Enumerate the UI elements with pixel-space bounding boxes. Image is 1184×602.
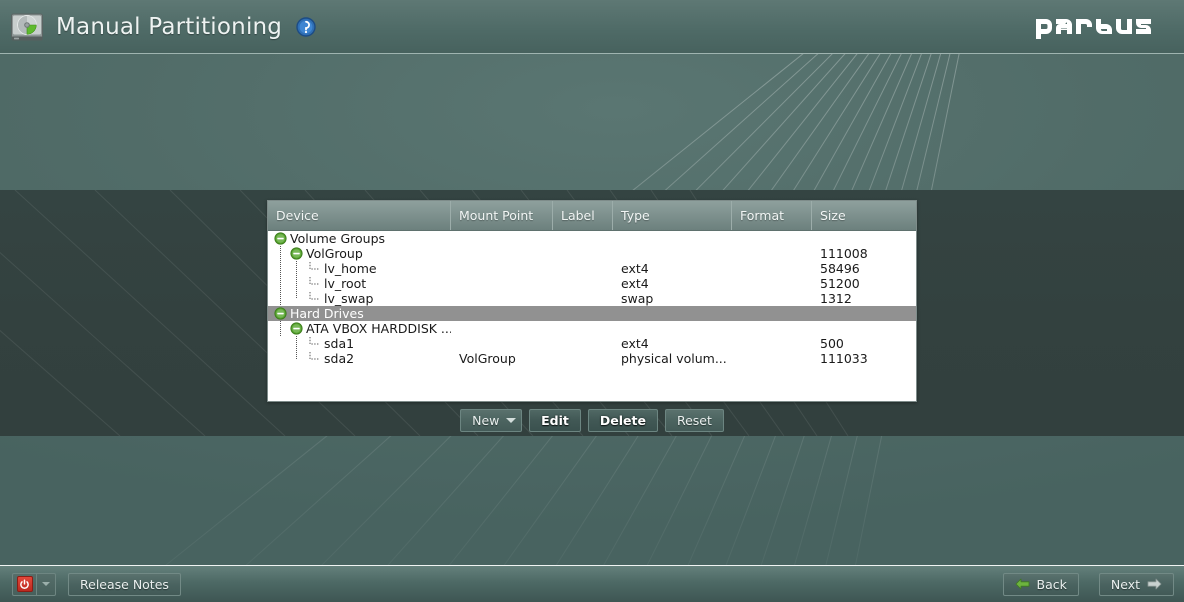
collapse-icon[interactable] [274, 307, 287, 320]
partition-table-panel: Device Mount Point Label Type Format Siz… [267, 200, 917, 402]
pardus-logo [1036, 19, 1151, 39]
device-label: VolGroup [306, 246, 363, 261]
cell-device: Hard Drives [268, 306, 451, 321]
column-header-mount-point[interactable]: Mount Point [451, 201, 553, 230]
arrow-right-icon [1147, 578, 1162, 590]
cell-size: 111008 [820, 246, 868, 261]
help-circle-icon[interactable] [296, 17, 316, 37]
chevron-down-icon [42, 582, 50, 586]
cell-device: Volume Groups [268, 231, 451, 246]
back-button-label: Back [1036, 576, 1067, 592]
device-label: lv_root [324, 276, 367, 291]
table-row[interactable]: Hard Drives [268, 306, 916, 321]
cell-device: VolGroup [268, 246, 451, 261]
back-button[interactable]: Back [1002, 572, 1079, 596]
table-row[interactable]: ATA VBOX HARDDISK ... [268, 321, 916, 336]
edit-button[interactable]: Edit [529, 409, 581, 432]
power-options-dropdown[interactable] [36, 572, 56, 596]
tree-connector-line [296, 261, 297, 299]
next-button-label: Next [1110, 576, 1140, 592]
column-header-type[interactable]: Type [613, 201, 732, 230]
title-bar: Manual Partitioning [0, 0, 1184, 54]
next-button[interactable]: Next [1098, 572, 1174, 596]
table-row[interactable]: sda1 ext4 500 [268, 336, 916, 351]
partition-actions-toolbar: New Edit Delete Reset [267, 409, 917, 432]
tree-connector-line [296, 336, 297, 359]
cell-mount: VolGroup [459, 351, 516, 366]
new-button-label: New [472, 413, 500, 428]
table-row[interactable]: Volume Groups [268, 231, 916, 246]
table-row[interactable]: lv_home ext4 58496 [268, 261, 916, 276]
installer-window: Manual Partitioning Device Mount Point L… [0, 0, 1184, 602]
device-label: sda1 [324, 336, 355, 351]
power-icon [16, 576, 33, 592]
partition-tree[interactable]: Volume Groups VolGroup 111008 lv_home ext4 58… [268, 231, 916, 401]
tree-connector-line [280, 246, 281, 306]
column-header-label[interactable]: Label [553, 201, 613, 230]
table-row[interactable]: lv_root ext4 51200 [268, 276, 916, 291]
power-glyph [20, 578, 29, 589]
cell-size: 51200 [820, 276, 860, 291]
leaf-branch-icon [309, 337, 319, 345]
arrow-left-icon [1015, 578, 1029, 590]
hard-disk-icon [11, 13, 43, 41]
device-label: sda2 [324, 351, 355, 366]
new-button[interactable]: New [460, 409, 523, 432]
device-label: Volume Groups [290, 231, 386, 246]
table-row[interactable]: lv_swap swap 1312 [268, 291, 916, 306]
table-row[interactable]: VolGroup 111008 [268, 246, 916, 261]
table-header-row: Device Mount Point Label Type Format Siz… [268, 201, 916, 231]
column-header-size[interactable]: Size [812, 201, 916, 230]
reset-button[interactable]: Reset [664, 409, 724, 432]
device-label: lv_swap [324, 291, 374, 306]
leaf-branch-icon [309, 262, 319, 270]
release-notes-button[interactable]: Release Notes [68, 572, 181, 596]
collapse-icon[interactable] [274, 232, 287, 245]
collapse-icon[interactable] [290, 247, 303, 260]
power-button[interactable] [12, 572, 36, 596]
cell-size: 500 [820, 336, 844, 351]
cell-type: swap [621, 291, 654, 306]
cell-type: ext4 [621, 276, 649, 291]
leaf-branch-icon [309, 292, 319, 300]
cell-size: 1312 [820, 291, 852, 306]
tree-connector-line [280, 321, 281, 336]
cell-size: 111033 [820, 351, 868, 366]
cell-type: ext4 [621, 261, 649, 276]
column-header-format[interactable]: Format [732, 201, 812, 230]
device-label: Hard Drives [290, 306, 364, 321]
collapse-icon[interactable] [290, 322, 303, 335]
cell-type: physical volum... [621, 351, 727, 366]
delete-button[interactable]: Delete [587, 409, 658, 432]
page-title: Manual Partitioning [56, 14, 283, 40]
table-row[interactable]: sda2 VolGroup physical volum... 111033 [268, 351, 916, 366]
chevron-down-icon [506, 418, 517, 423]
leaf-branch-icon [309, 352, 319, 360]
cell-size: 58496 [820, 261, 860, 276]
cell-type: ext4 [621, 336, 649, 351]
cell-device: ATA VBOX HARDDISK ... [268, 321, 451, 336]
device-label: ATA VBOX HARDDISK ... [306, 321, 451, 336]
leaf-branch-icon [309, 277, 319, 285]
column-header-device[interactable]: Device [268, 201, 451, 230]
device-label: lv_home [324, 261, 377, 276]
footer-bar: Release Notes Back Next [0, 566, 1184, 602]
